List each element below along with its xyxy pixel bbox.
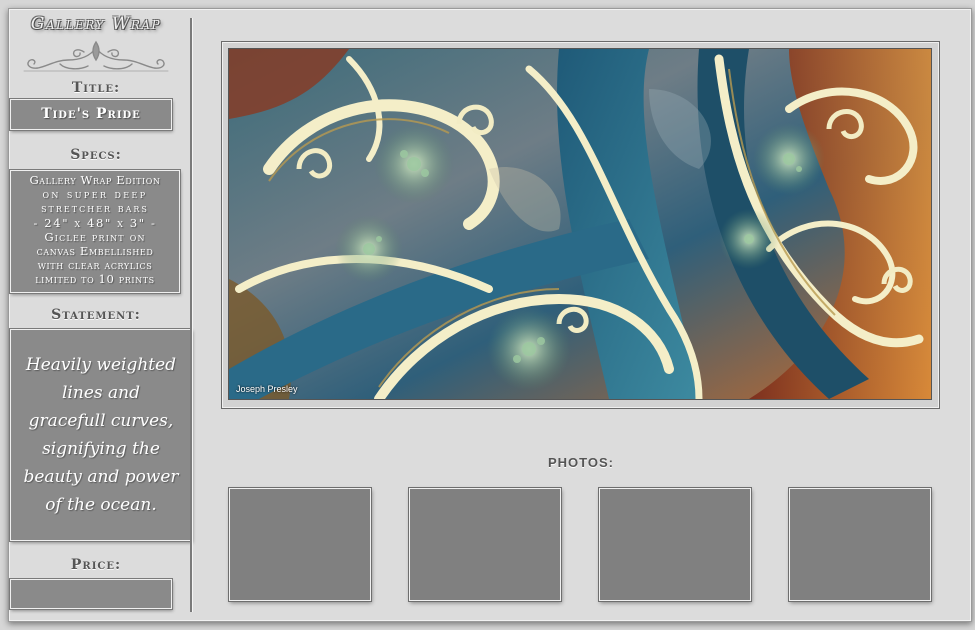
- artist-watermark: Joseph Presley: [236, 384, 298, 394]
- artwork-fractal: [229, 49, 931, 399]
- price-value-box: [10, 579, 172, 609]
- specs-line: on super deep: [42, 187, 148, 202]
- artwork-frame: Joseph Presley: [221, 41, 940, 409]
- sidebar: Gallery Wrap Title: Tide's Pride Specs: …: [10, 10, 192, 612]
- statement-value-box: Heavily weighted lines and gracefull cur…: [10, 329, 192, 541]
- price-label: Price:: [70, 557, 122, 573]
- title-value-box: Tide's Pride: [10, 99, 172, 130]
- specs-line: canvas Embellished: [36, 244, 154, 259]
- logo-title: Gallery Wrap: [30, 14, 162, 34]
- specs-line: Gallery Wrap Edition: [29, 173, 161, 187]
- photo-thumbnail[interactable]: [789, 488, 931, 601]
- title-label: Title:: [71, 80, 121, 96]
- flourish-icon: [23, 40, 169, 72]
- statement-label: Statement:: [51, 307, 141, 323]
- statement-text: Heavily weighted lines and gracefull cur…: [23, 355, 179, 515]
- photo-thumbnail[interactable]: [229, 488, 371, 601]
- specs-line: with clear acrylics: [37, 258, 153, 273]
- specs-label: Specs:: [70, 147, 122, 163]
- sidebar-divider: [190, 18, 192, 612]
- specs-line: stretcher bars: [41, 201, 149, 216]
- specs-line: - 24" x 48" x 3" -: [33, 215, 157, 230]
- specs-line: limited to 10 prints: [35, 272, 155, 287]
- photos-label: PHOTOS:: [548, 455, 614, 470]
- photo-thumbnail[interactable]: [409, 488, 561, 601]
- specs-value-box: Gallery Wrap Edition on super deep stret…: [10, 170, 180, 293]
- artwork-image[interactable]: Joseph Presley: [229, 49, 931, 399]
- photo-thumbnail[interactable]: [599, 488, 751, 601]
- specs-line: Giclee print on: [44, 229, 146, 244]
